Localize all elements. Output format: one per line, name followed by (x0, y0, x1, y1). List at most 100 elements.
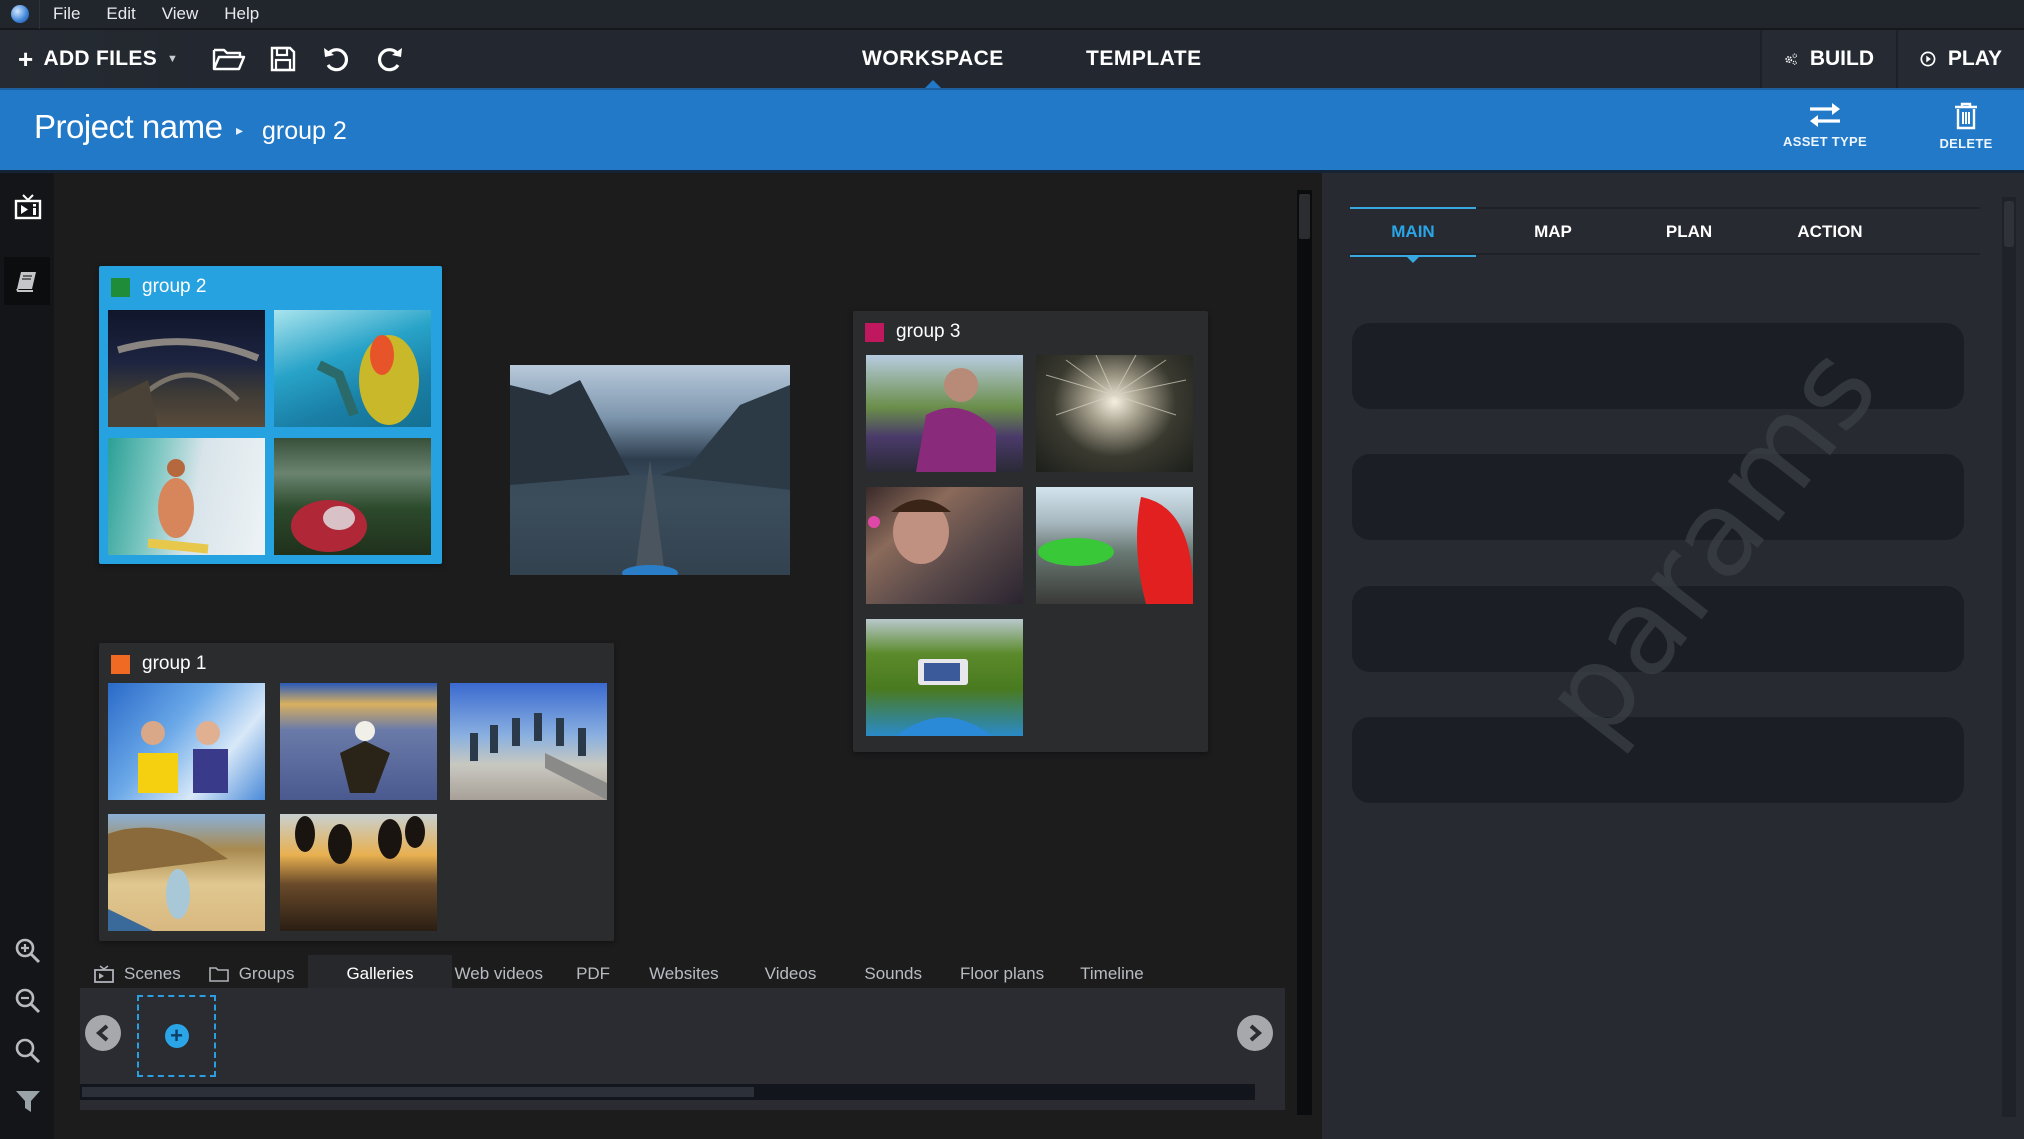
tab-map-label: MAP (1534, 222, 1572, 241)
add-files-label: ADD FILES (43, 47, 158, 70)
breadcrumb-bar: Project name ▸ group 2 ASSET TYPE DELETE (0, 88, 2024, 173)
search-icon[interactable] (12, 1035, 44, 1067)
tab-main[interactable]: MAIN (1350, 207, 1476, 263)
scroll-left-button[interactable] (85, 1015, 121, 1051)
boy-image (868, 499, 951, 564)
thumbnail-coaster[interactable] (108, 683, 265, 800)
build-button[interactable]: BUILD (1760, 30, 1896, 88)
scenes-icon (94, 965, 114, 983)
tab-main-label: MAIN (1391, 222, 1435, 241)
thumbnail-snorkeler[interactable] (274, 310, 431, 427)
tab-plan[interactable]: PLAN (1634, 209, 1744, 255)
play-circle-icon (1920, 51, 1936, 67)
save-icon[interactable] (265, 42, 301, 76)
group-name: group 2 (142, 276, 207, 297)
menu-bar: File Edit View Help (0, 0, 2024, 30)
delete-button[interactable]: DELETE (1906, 102, 2024, 151)
plus-icon: + (18, 43, 34, 74)
skate-sequence-image (470, 713, 607, 800)
build-label: BUILD (1809, 47, 1874, 70)
gallery-horizontal-scrollbar[interactable] (80, 1084, 1255, 1100)
tab-groups-label: Groups (238, 964, 295, 983)
chevron-down-icon: ▼ (167, 53, 179, 65)
tab-plan-label: PLAN (1665, 222, 1713, 241)
thumbnail-skate-sequence[interactable] (450, 683, 607, 800)
toolbar: + ADD FILES ▼ WORKSPACE TEMPLATE BUILD P… (0, 30, 2024, 89)
trash-icon (1955, 102, 1977, 130)
add-gallery-slot[interactable]: + (137, 995, 216, 1077)
tab-videos-label: Videos (764, 964, 817, 983)
thumbnail-bridge[interactable] (108, 310, 265, 427)
scrollbar-thumb[interactable] (1299, 194, 1310, 239)
tab-web-videos-label: Web videos (454, 964, 544, 983)
thumbnail-boy[interactable] (866, 487, 1023, 604)
beach-image (108, 827, 228, 931)
play-button[interactable]: PLAY (1896, 30, 2024, 88)
book-icon[interactable] (4, 257, 50, 305)
thumbnail-drift-car[interactable] (1036, 487, 1194, 604)
canvas-vertical-scrollbar[interactable] (1297, 190, 1312, 1115)
add-circle-icon: + (164, 1024, 189, 1048)
group-card[interactable]: group 3 (853, 311, 1208, 752)
tab-map[interactable]: MAP (1498, 209, 1608, 255)
skydiver-image (340, 721, 390, 793)
app-logo (0, 0, 40, 29)
tab-galleries-label: Galleries (346, 964, 414, 983)
scenes-icon[interactable] (12, 191, 44, 223)
thumbnail-sparks[interactable] (1036, 354, 1193, 472)
zoom-in-icon[interactable] (12, 935, 44, 967)
breadcrumb-project[interactable]: Project name (34, 108, 223, 146)
thumbnail-phone-hill[interactable] (866, 619, 1023, 736)
tab-sounds-label: Sounds (864, 964, 923, 983)
snorkeler-image (316, 335, 419, 425)
menu-edit[interactable]: Edit (93, 0, 148, 29)
asset-type-button[interactable]: ASSET TYPE (1765, 102, 1885, 149)
surfer-image (147, 459, 209, 554)
menu-view[interactable]: View (149, 0, 212, 29)
scrollbar-thumb[interactable] (82, 1087, 754, 1097)
thumbnail-hammock[interactable] (274, 438, 431, 555)
app-logo-icon (10, 5, 29, 23)
loose-asset-kayak[interactable] (510, 365, 790, 581)
group-header: group 1 (111, 653, 206, 675)
thumbnail-backflips[interactable] (280, 814, 437, 931)
chevron-left-icon (95, 1024, 109, 1042)
gears-icon (1785, 53, 1797, 65)
tab-action[interactable]: ACTION (1765, 209, 1895, 255)
tab-template[interactable]: TEMPLATE (1086, 30, 1202, 88)
play-label: PLAY (1947, 47, 2002, 70)
scrollbar-thumb[interactable] (2004, 201, 2014, 247)
zoom-out-icon[interactable] (12, 985, 44, 1017)
thumbnail-skydiver[interactable] (280, 683, 437, 800)
param-slot[interactable] (1352, 717, 1964, 803)
breadcrumb-separator-icon: ▸ (236, 122, 244, 138)
properties-tabs: MAIN MAP PLAN ACTION (1350, 207, 1980, 263)
active-tab-pointer (1407, 257, 1419, 263)
group-name: group 1 (142, 653, 207, 674)
redo-icon[interactable] (372, 42, 408, 76)
tab-workspace[interactable]: WORKSPACE (862, 30, 1004, 89)
scroll-right-button[interactable] (1237, 1015, 1273, 1051)
thumbnail-cyclist[interactable] (866, 355, 1023, 472)
group-color-swatch (865, 322, 884, 342)
phone-hill-image (896, 659, 992, 736)
menu-help[interactable]: Help (211, 0, 272, 29)
tab-workspace-label: WORKSPACE (862, 47, 1004, 70)
sparks-image (1045, 354, 1187, 416)
panel-vertical-scrollbar[interactable] (2002, 197, 2016, 1117)
gallery-strip: + (80, 988, 1285, 1110)
thumbnail-surfer[interactable] (108, 438, 265, 555)
folder-open-icon[interactable] (211, 42, 247, 76)
undo-icon[interactable] (318, 42, 354, 76)
group-card[interactable]: group 2 (99, 266, 442, 564)
cyclist-image (916, 368, 996, 472)
bridge-image (108, 338, 260, 427)
properties-panel: MAIN MAP PLAN ACTION params (1322, 173, 2024, 1139)
filter-icon[interactable] (12, 1085, 44, 1117)
add-files-button[interactable]: + ADD FILES ▼ (0, 30, 180, 88)
kayak-lake-image (510, 380, 790, 581)
thumbnail-beach[interactable] (108, 814, 265, 931)
menu-file[interactable]: File (40, 0, 93, 29)
group-card[interactable]: group 1 (99, 643, 614, 941)
swap-arrows-icon (1810, 103, 1840, 127)
